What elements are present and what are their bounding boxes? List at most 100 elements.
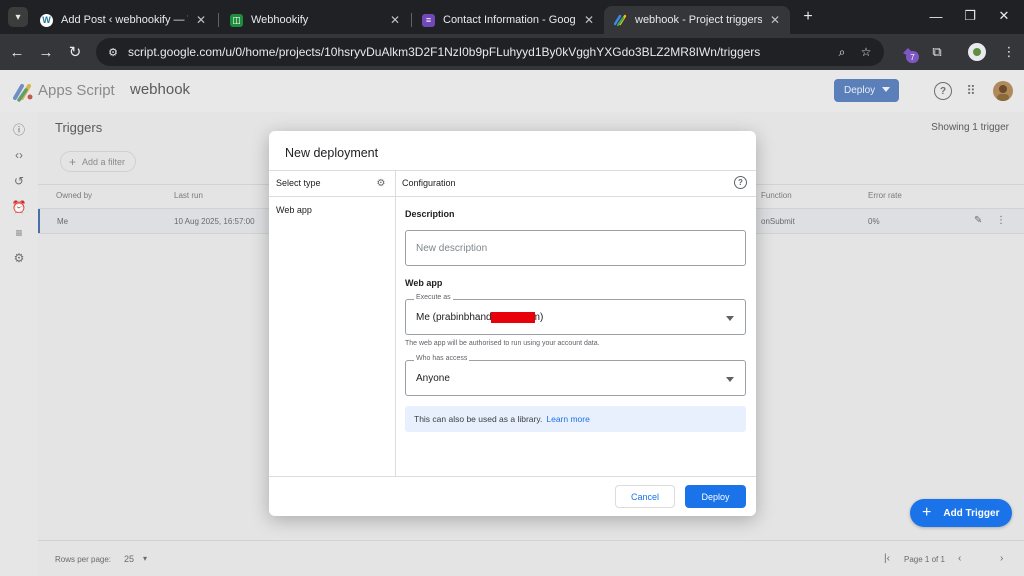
plus-icon: +: [922, 504, 932, 521]
description-heading: Description: [405, 209, 455, 219]
editor-code-icon[interactable]: ‹›: [10, 146, 28, 164]
google-forms-icon: ≡: [422, 13, 435, 27]
apps-script-icon: [614, 14, 627, 27]
who-has-access-select[interactable]: Who has access Anyone: [405, 355, 746, 396]
help-icon[interactable]: ?: [934, 82, 952, 100]
trigger-count: Showing 1 trigger: [931, 122, 1009, 133]
tab-wordpress[interactable]: W Add Post ‹ webhookify — WordPress ✕: [30, 6, 216, 34]
column-header-error-rate[interactable]: Error rate: [868, 191, 902, 200]
zoom-icon[interactable]: ⌕: [834, 44, 850, 60]
dropdown-arrow-icon: [726, 316, 734, 321]
tab-google-forms[interactable]: ≡ Contact Information - Google Forms ✕: [412, 6, 604, 34]
divider: [269, 476, 756, 477]
redaction-mark: [491, 312, 535, 323]
more-vert-icon[interactable]: ⋮: [996, 215, 1006, 226]
overview-info-icon[interactable]: ⓘ: [10, 120, 28, 138]
tab-divider: [218, 13, 219, 27]
who-has-access-value: Anyone: [416, 373, 450, 384]
webhookify-icon: ◫: [230, 13, 243, 27]
edit-pencil-icon[interactable]: ✎: [974, 215, 982, 226]
close-icon[interactable]: ✕: [770, 13, 780, 27]
apps-grid-icon[interactable]: ⠿: [962, 82, 980, 100]
add-trigger-label: Add Trigger: [943, 507, 1000, 519]
project-title[interactable]: webhook: [130, 81, 190, 98]
first-page-icon[interactable]: |‹: [884, 553, 890, 564]
configuration-heading: Configuration: [402, 178, 456, 188]
page-indicator: Page 1 of 1: [904, 555, 945, 564]
back-arrow-icon[interactable]: ←: [6, 41, 28, 63]
reload-icon[interactable]: ↻: [64, 41, 86, 63]
restore-icon[interactable]: ❐: [958, 6, 982, 26]
profile-icon[interactable]: [968, 43, 986, 61]
gear-icon[interactable]: ⚙: [375, 177, 387, 189]
browser-tab-bar: ▾ W Add Post ‹ webhookify — WordPress ✕ …: [0, 0, 1024, 34]
app-name: Apps Script: [38, 82, 115, 99]
rows-per-page-select[interactable]: 25: [124, 554, 134, 564]
divider: [269, 170, 756, 171]
tab-search-button[interactable]: ▾: [8, 7, 28, 27]
settings-gear-icon[interactable]: ⚙: [10, 249, 28, 267]
dialog-title: New deployment: [285, 146, 379, 160]
divider: [269, 196, 756, 197]
learn-more-link[interactable]: Learn more: [546, 414, 589, 424]
extensions-puzzle-icon[interactable]: ⧉: [928, 43, 946, 61]
apps-script-logo: [12, 82, 34, 102]
chevron-down-icon: [882, 87, 890, 92]
close-icon[interactable]: ✕: [196, 13, 206, 27]
rows-per-page-label: Rows per page:: [55, 555, 112, 564]
bookmark-star-icon[interactable]: ☆: [858, 44, 874, 60]
column-header-last-run[interactable]: Last run: [174, 191, 203, 200]
wordpress-icon: W: [40, 13, 53, 27]
add-trigger-button[interactable]: + Add Trigger: [910, 499, 1012, 527]
select-type-heading: Select type: [276, 178, 321, 188]
browser-toolbar: ← → ↻ ⚙ script.google.com/u/0/home/proje…: [0, 34, 1024, 70]
tab-apps-script[interactable]: webhook - Project triggers - Apps Script…: [604, 6, 790, 34]
window-close-icon[interactable]: ✕: [992, 6, 1016, 26]
cell-owned-by: Me: [57, 217, 69, 226]
avatar[interactable]: [993, 81, 1013, 101]
tab-title: Webhookify: [251, 14, 309, 26]
tab-webhookify[interactable]: ◫ Webhookify ✕: [220, 6, 410, 34]
next-page-icon[interactable]: ›: [1000, 553, 1003, 564]
deploy-button[interactable]: Deploy: [685, 485, 746, 508]
close-icon[interactable]: ✕: [584, 13, 594, 27]
extension-badge: 7: [906, 51, 919, 63]
executions-history-icon[interactable]: ↺: [10, 172, 28, 190]
cell-error-rate: 0%: [868, 217, 880, 226]
execute-as-label: Execute as: [414, 294, 453, 301]
library-note: This can also be used as a library.: [414, 414, 543, 424]
triggers-alarm-icon[interactable]: ⏰: [10, 198, 28, 216]
add-filter-button[interactable]: + Add a filter: [60, 151, 137, 172]
deployment-type-web-app[interactable]: Web app: [276, 205, 312, 215]
deploy-menu-button[interactable]: Deploy: [834, 79, 899, 102]
cell-last-run: 10 Aug 2025, 16:57:00: [174, 217, 255, 226]
cell-function: onSubmit: [761, 217, 795, 226]
browser-menu-icon[interactable]: ⋮: [1000, 43, 1018, 61]
page-title: Triggers: [55, 120, 103, 135]
add-filter-label: Add a filter: [82, 156, 126, 167]
cancel-button[interactable]: Cancel: [615, 485, 675, 508]
divider: [395, 170, 396, 476]
new-tab-button[interactable]: +: [798, 7, 818, 27]
address-bar[interactable]: ⚙ script.google.com/u/0/home/projects/10…: [96, 38, 884, 66]
execute-as-select[interactable]: Execute as Me (prabinbhand gmail.com): [405, 294, 746, 335]
deploy-label: Deploy: [844, 85, 876, 96]
divider: [38, 540, 1024, 541]
dropdown-arrow-icon: [726, 377, 734, 382]
chevron-down-icon[interactable]: ▾: [143, 554, 147, 563]
minimize-icon[interactable]: —: [924, 6, 948, 26]
who-has-access-label: Who has access: [414, 355, 470, 362]
prev-page-icon[interactable]: ‹: [958, 553, 961, 564]
executions-list-icon[interactable]: ≡: [10, 224, 28, 242]
new-deployment-dialog: New deployment Select type ⚙ Web app Con…: [269, 131, 756, 516]
plus-icon: +: [69, 154, 77, 169]
column-header-owned-by[interactable]: Owned by: [56, 191, 92, 200]
close-icon[interactable]: ✕: [390, 13, 400, 27]
url-text[interactable]: script.google.com/u/0/home/projects/10hs…: [128, 45, 760, 59]
help-icon[interactable]: ?: [734, 176, 747, 189]
tab-title: Contact Information - Google Forms: [443, 14, 576, 26]
column-header-function[interactable]: Function: [761, 191, 792, 200]
description-input[interactable]: [405, 230, 746, 266]
forward-arrow-icon[interactable]: →: [35, 41, 57, 63]
site-info-icon[interactable]: ⚙: [106, 45, 120, 59]
